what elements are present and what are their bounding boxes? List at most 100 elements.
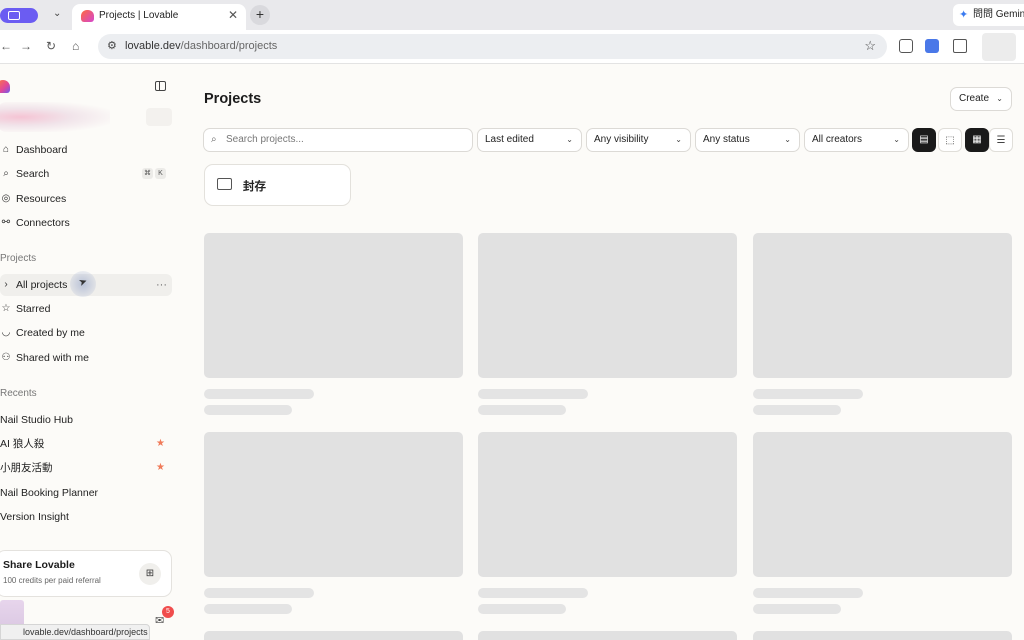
translate-extension-icon[interactable]: [925, 39, 939, 53]
browser-tab-bar: ⌄ Projects | Lovable ✕ + ✦ 問問 Gemini: [0, 0, 1024, 30]
tab-title: Projects | Lovable: [99, 10, 179, 21]
tab-search-chevron-icon[interactable]: ⌄: [53, 8, 61, 19]
project-thumbnail-skeleton: [204, 631, 463, 640]
forward-arrow-icon[interactable]: →: [20, 39, 32, 53]
sidebar-item-shared-with-me[interactable]: ⚇ Shared with me: [0, 347, 172, 369]
dropdown-label: Any status: [703, 134, 750, 145]
project-title-skeleton: [204, 389, 314, 399]
bookmark-star-icon[interactable]: ☆: [864, 38, 876, 54]
select-mode-button[interactable]: ⬚: [938, 128, 962, 152]
gemini-button[interactable]: ✦ 問問 Gemini: [953, 4, 1024, 26]
sidebar-item-created-by-me[interactable]: ◡ Created by me: [0, 322, 172, 344]
reload-icon[interactable]: ↻: [46, 39, 56, 53]
project-title-skeleton: [753, 588, 863, 598]
starred-icon[interactable]: ★: [156, 434, 165, 454]
project-title-skeleton: [753, 389, 863, 399]
folder-label: 封存: [243, 181, 266, 193]
dropdown-label: Last edited: [485, 134, 534, 145]
sidebar-item-label: Connectors: [16, 217, 70, 229]
projects-section-label: Projects: [0, 253, 37, 264]
sidebar-item-label: Dashboard: [16, 144, 68, 156]
home-icon[interactable]: ⌂: [72, 39, 79, 53]
starred-icon[interactable]: ★: [156, 458, 165, 478]
search-icon: ⌕: [211, 134, 217, 145]
recent-project-item[interactable]: AI 狼人殺 ★: [0, 434, 172, 454]
recent-project-item[interactable]: Nail Booking Planner: [0, 483, 172, 503]
sidebar-item-label: Resources: [16, 193, 67, 205]
status-dropdown[interactable]: Any status ⌄: [695, 128, 800, 152]
project-thumbnail-skeleton: [753, 233, 1012, 378]
gemini-sparkle-icon: ✦: [959, 9, 969, 21]
sidebar-item-resources[interactable]: ◎ Resources: [0, 188, 172, 210]
browser-tab-active[interactable]: Projects | Lovable ✕: [72, 4, 246, 30]
connectors-icon: ⚯: [1, 217, 11, 228]
compass-icon: ◎: [1, 193, 11, 204]
users-icon: ⚇: [1, 352, 11, 363]
recent-project-label: 小朋友活動: [0, 462, 53, 474]
creators-dropdown[interactable]: All creators ⌄: [804, 128, 909, 152]
back-arrow-icon[interactable]: ←: [0, 39, 12, 53]
recent-project-label: Nail Studio Hub: [0, 414, 73, 426]
collapse-sidebar-icon[interactable]: [155, 81, 166, 91]
browser-toolbar: ← → ↻ ⌂ ⚙ lovable.dev/dashboard/projects…: [0, 30, 1024, 64]
folder-card[interactable]: 封存: [204, 164, 351, 206]
visibility-dropdown[interactable]: Any visibility ⌄: [586, 128, 691, 152]
grid-view-button[interactable]: ▦: [965, 128, 989, 152]
recent-project-item[interactable]: Nail Studio Hub: [0, 410, 172, 430]
archive-icon: ▤: [919, 134, 929, 145]
more-options-icon[interactable]: ···: [156, 274, 167, 296]
gemini-label: 問問 Gemini: [973, 9, 1024, 20]
project-title-skeleton: [204, 588, 314, 598]
chevron-right-icon[interactable]: ›: [0, 274, 12, 296]
workspace-switcher[interactable]: [0, 102, 110, 132]
address-url: lovable.dev/dashboard/projects: [125, 40, 278, 52]
create-button[interactable]: Create ⌄: [950, 87, 1012, 111]
chevron-down-icon: ⌄: [784, 135, 791, 144]
project-thumbnail-skeleton: [478, 631, 737, 640]
sidebar: ⌂ Dashboard ⌕ Search ⌘ K ◎ Resources ⚯ C…: [0, 64, 180, 640]
tab-groups-button[interactable]: [0, 8, 38, 23]
page-title: Projects: [204, 91, 262, 107]
recent-project-label: Nail Booking Planner: [0, 487, 99, 499]
chevron-down-icon: ⌄: [675, 135, 682, 144]
inbox-icon[interactable]: ✉ 5: [155, 606, 174, 627]
new-tab-button[interactable]: +: [250, 5, 270, 25]
recent-project-label: AI 狼人殺: [0, 438, 45, 450]
recent-project-item[interactable]: Version Insight: [0, 507, 172, 527]
sidebar-item-search[interactable]: ⌕ Search ⌘ K: [0, 163, 172, 185]
list-view-button[interactable]: ☰: [989, 128, 1013, 152]
chevron-down-icon: ⌄: [893, 135, 900, 144]
site-settings-icon[interactable]: ⚙: [107, 39, 117, 52]
search-placeholder: Search projects...: [226, 134, 304, 145]
share-lovable-card[interactable]: Share Lovable 100 credits per paid refer…: [0, 550, 172, 597]
lovable-logo-icon[interactable]: [0, 80, 10, 93]
sidebar-item-starred[interactable]: ☆ Starred: [0, 298, 172, 320]
notification-badge: 5: [162, 606, 174, 618]
puzzle-extensions-icon[interactable]: [953, 39, 967, 53]
project-meta-skeleton: [204, 405, 292, 415]
archive-view-button[interactable]: ▤: [912, 128, 936, 152]
project-meta-skeleton: [753, 604, 841, 614]
sidebar-item-label: All projects: [16, 279, 68, 291]
shortcut-cmd-key: ⌘: [142, 168, 153, 179]
home-icon: ⌂: [2, 144, 10, 155]
profile-avatar[interactable]: [982, 33, 1016, 61]
tab-close-icon[interactable]: ✕: [228, 8, 238, 22]
sort-dropdown[interactable]: Last edited ⌄: [477, 128, 582, 152]
project-thumbnail-skeleton: [478, 432, 737, 577]
address-bar[interactable]: ⚙ lovable.dev/dashboard/projects ☆: [98, 34, 887, 59]
search-projects-input[interactable]: ⌕ Search projects...: [203, 128, 473, 152]
create-label: Create: [959, 93, 990, 104]
extension-icon[interactable]: [899, 39, 913, 53]
gift-icon[interactable]: ⊞: [139, 563, 161, 585]
select-icon: ⬚: [945, 135, 955, 146]
sidebar-item-dashboard[interactable]: ⌂ Dashboard: [0, 139, 172, 161]
project-thumbnail-skeleton: [753, 631, 1012, 640]
sidebar-item-connectors[interactable]: ⚯ Connectors: [0, 212, 172, 234]
project-meta-skeleton: [204, 604, 292, 614]
sidebar-item-label: Shared with me: [16, 352, 89, 364]
folder-icon: [217, 178, 232, 190]
recent-project-label: Version Insight: [0, 511, 69, 523]
sidebar-item-label: Created by me: [16, 327, 85, 339]
recent-project-item[interactable]: 小朋友活動 ★: [0, 458, 172, 478]
